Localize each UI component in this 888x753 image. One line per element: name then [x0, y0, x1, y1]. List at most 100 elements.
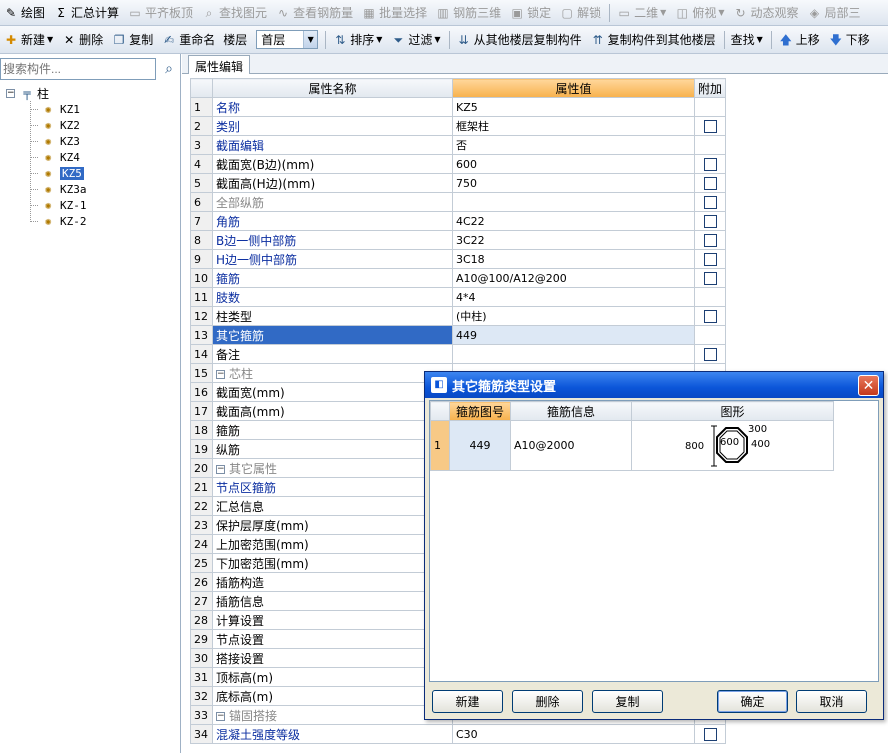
property-name-cell[interactable]: 截面编辑 — [212, 135, 453, 155]
property-name-cell[interactable]: 底标高(m) — [212, 686, 453, 706]
property-value-cell[interactable]: (中柱) — [452, 306, 695, 326]
find-button[interactable]: 查找 ▼ — [728, 29, 766, 51]
property-value-cell[interactable]: 750 — [452, 173, 695, 193]
tree-item[interactable]: ✺ KZ2 — [30, 117, 80, 133]
property-name-cell[interactable]: 箍筋 — [212, 420, 453, 440]
property-name-cell[interactable]: 上加密范围(mm) — [212, 534, 453, 554]
property-value-cell[interactable]: 框架柱 — [452, 116, 695, 136]
copy-from-floor-button[interactable]: ⇊ 从其他楼层复制构件 — [453, 29, 585, 51]
floor-select[interactable]: 首层 ▼ — [256, 30, 319, 49]
toolbar1-button-2[interactable]: ▭ 平齐板顶 — [124, 2, 196, 24]
tree-item[interactable]: ✺ KZ4 — [30, 149, 80, 165]
table-row[interactable]: 12 柱类型 (中柱) — [190, 306, 727, 326]
property-name-cell[interactable]: B边一侧中部筋 — [212, 230, 453, 250]
sort-button[interactable]: ⇅ 排序 ▼ — [329, 29, 385, 51]
table-row[interactable]: 10 箍筋 A10@100/A12@200 — [190, 268, 727, 288]
property-name-cell[interactable]: − 芯柱 — [212, 363, 453, 383]
attach-checkbox[interactable] — [703, 196, 717, 209]
property-name-cell[interactable]: 截面宽(B边)(mm) — [212, 154, 453, 174]
table-row[interactable]: 2 类别 框架柱 — [190, 116, 727, 136]
copy-button[interactable]: ❐ 复制 — [108, 29, 156, 51]
toolbar1-button-7[interactable]: ▣ 锁定 — [506, 2, 554, 24]
property-value-cell[interactable]: KZ5 — [452, 97, 695, 117]
dialog-new-button[interactable]: 新建 — [432, 690, 503, 713]
toolbar1-button-11[interactable]: ↻ 动态观察 — [729, 2, 801, 24]
attach-checkbox[interactable] — [703, 215, 717, 228]
toolbar1-button-1[interactable]: Σ 汇总计算 — [50, 2, 122, 24]
table-row[interactable]: 5 截面高(H边)(mm) 750 — [190, 173, 727, 193]
close-icon[interactable]: ✕ — [858, 375, 879, 396]
property-name-cell[interactable]: 混凝土强度等级 — [212, 724, 453, 744]
search-input[interactable] — [0, 58, 156, 80]
property-name-cell[interactable]: 箍筋 — [212, 268, 453, 288]
attach-checkbox[interactable] — [703, 120, 717, 133]
table-row[interactable]: 11 肢数 4*4 — [190, 287, 727, 307]
filter-button[interactable]: ⏷ 过滤 ▼ — [387, 29, 443, 51]
table-row[interactable]: 3 截面编辑否 — [190, 135, 727, 155]
toolbar1-button-9[interactable]: ▭ 二维 ▼ — [613, 2, 669, 24]
toolbar1-button-0[interactable]: ✎ 绘图 — [0, 2, 48, 24]
property-name-cell[interactable]: 下加密范围(mm) — [212, 553, 453, 573]
attach-checkbox[interactable] — [703, 177, 717, 190]
stirrup-shape-cell[interactable]: 600 800 300 400 — [631, 420, 834, 471]
toolbar1-button-6[interactable]: ▥ 钢筋三维 — [432, 2, 504, 24]
property-name-cell[interactable]: 肢数 — [212, 287, 453, 307]
table-row[interactable]: 4 截面宽(B边)(mm) 600 — [190, 154, 727, 174]
table-row[interactable]: 14 备注 — [190, 344, 727, 364]
property-name-cell[interactable]: 汇总信息 — [212, 496, 453, 516]
property-name-cell[interactable]: 节点区箍筋 — [212, 477, 453, 497]
property-name-cell[interactable]: H边一侧中部筋 — [212, 249, 453, 269]
tree-item[interactable]: ✺ KZ5 — [30, 165, 84, 181]
table-row[interactable]: 1 449 A10@2000 600 800 300 400 — [430, 420, 834, 471]
collapse-icon[interactable]: − — [6, 88, 15, 98]
property-name-cell[interactable]: 全部纵筋 — [212, 192, 453, 212]
property-value-cell[interactable]: C30 — [452, 724, 695, 744]
table-row[interactable]: 1 名称 KZ5 — [190, 97, 727, 117]
attach-checkbox[interactable] — [703, 310, 717, 323]
dialog-copy-button[interactable]: 复制 — [592, 690, 663, 713]
table-row[interactable]: 13 其它箍筋 449 — [190, 325, 727, 345]
property-name-cell[interactable]: 类别 — [212, 116, 453, 136]
tree-root-column[interactable]: − ╤ 柱 — [6, 85, 49, 101]
property-value-cell[interactable] — [452, 344, 695, 364]
table-row[interactable]: 6 全部纵筋 — [190, 192, 727, 212]
property-name-cell[interactable]: 纵筋 — [212, 439, 453, 459]
table-row[interactable]: 9 H边一侧中部筋 3C18 — [190, 249, 727, 269]
attach-checkbox[interactable] — [703, 253, 717, 266]
table-row[interactable]: 34 混凝土强度等级 C30 — [190, 724, 727, 744]
property-value-cell[interactable]: 否 — [452, 135, 695, 155]
search-icon[interactable]: ⌕ — [158, 58, 180, 80]
attach-checkbox[interactable] — [703, 348, 717, 361]
attach-checkbox[interactable] — [703, 272, 717, 285]
property-value-cell[interactable]: A10@100/A12@200 — [452, 268, 695, 288]
property-value-cell[interactable]: 3C18 — [452, 249, 695, 269]
tab-property-edit[interactable]: 属性编辑 — [188, 55, 251, 74]
table-row[interactable]: 8 B边一侧中部筋 3C22 — [190, 230, 727, 250]
toolbar1-button-5[interactable]: ▦ 批量选择 — [358, 2, 430, 24]
property-value-cell[interactable]: 600 — [452, 154, 695, 174]
property-name-cell[interactable]: − 其它属性 — [212, 458, 453, 478]
property-name-cell[interactable]: 截面宽(mm) — [212, 382, 453, 402]
delete-button[interactable]: ✕ 删除 — [58, 29, 106, 51]
copy-to-floor-button[interactable]: ⇈ 复制构件到其他楼层 — [587, 29, 719, 51]
property-name-cell[interactable]: 搭接设置 — [212, 648, 453, 668]
rename-button[interactable]: ✍ 重命名 — [158, 29, 218, 51]
tree-item[interactable]: ✺ KZ-1 — [30, 197, 87, 213]
property-value-cell[interactable]: 4*4 — [452, 287, 695, 307]
collapse-icon[interactable]: − — [216, 464, 225, 474]
property-name-cell[interactable]: 角筋 — [212, 211, 453, 231]
property-name-cell[interactable]: 计算设置 — [212, 610, 453, 630]
collapse-icon[interactable]: − — [216, 369, 225, 379]
property-name-cell[interactable]: 其它箍筋 — [212, 325, 453, 345]
property-value-cell[interactable] — [452, 192, 695, 212]
ok-button[interactable]: 确定 — [717, 690, 788, 713]
tree-item[interactable]: ✺ KZ3 — [30, 133, 80, 149]
property-name-cell[interactable]: 备注 — [212, 344, 453, 364]
table-row[interactable]: 7 角筋 4C22 — [190, 211, 727, 231]
stirrup-code-cell[interactable]: 449 — [449, 420, 511, 471]
toolbar1-button-3[interactable]: ⌕ 查找图元 — [198, 2, 270, 24]
dialog-delete-button[interactable]: 删除 — [512, 690, 583, 713]
cancel-button[interactable]: 取消 — [796, 690, 867, 713]
property-value-cell[interactable]: 449 — [452, 325, 695, 345]
toolbar1-button-12[interactable]: ◈ 局部三 — [804, 2, 864, 24]
